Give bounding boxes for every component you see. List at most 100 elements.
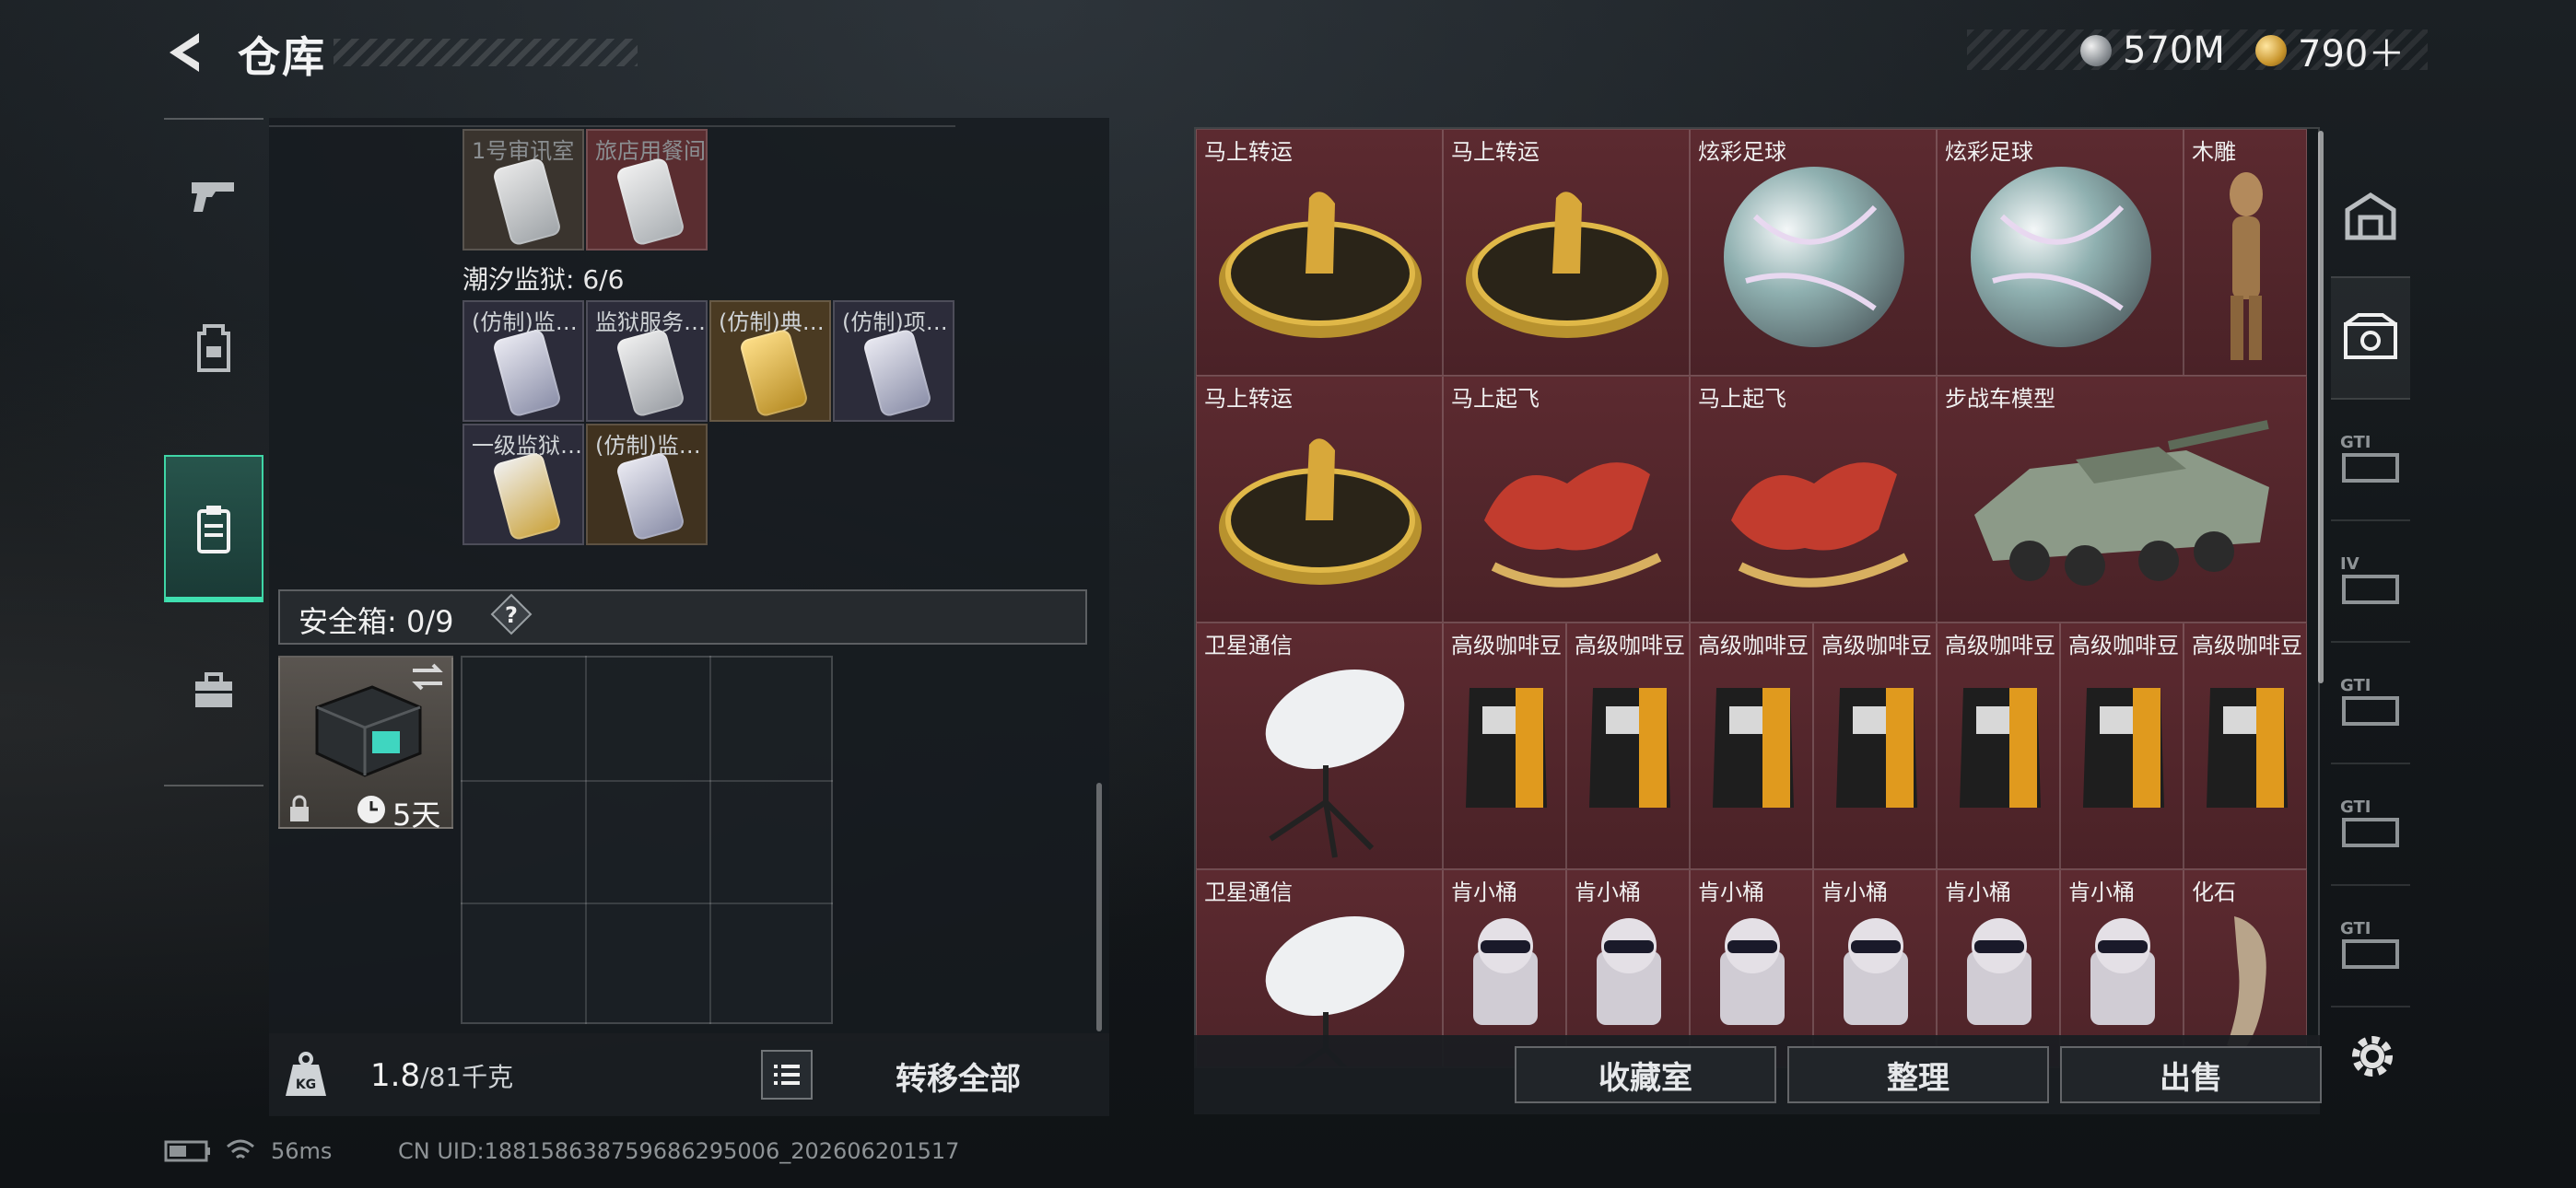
stash-item[interactable]: 马上转运: [1196, 129, 1443, 376]
keycard-icon: [615, 157, 686, 247]
item-name: 高级咖啡豆: [1945, 633, 2055, 658]
bucket-mascot-icon: [1720, 918, 1785, 1025]
item-name: 马上转运: [1204, 139, 1293, 165]
fortune-disc-icon: [1219, 192, 1422, 338]
item-name: 马上转运: [1204, 386, 1293, 412]
settings-gear-icon[interactable]: [2344, 1028, 2401, 1085]
stash-item[interactable]: 步战车模型: [1937, 376, 2307, 623]
item-slot[interactable]: 监狱服务…: [586, 300, 708, 422]
item-slot[interactable]: (仿制)典…: [709, 300, 831, 422]
item-name: 化石: [2192, 879, 2236, 905]
keycard-icon: [615, 328, 686, 418]
list-view-button[interactable]: [761, 1050, 813, 1100]
weight-icon: KG: [282, 1050, 330, 1100]
category-tab-containers[interactable]: [164, 455, 263, 602]
item-slot[interactable]: 旅店用餐间: [586, 129, 708, 250]
stash-tab-collectibles[interactable]: [2331, 276, 2410, 400]
category-tab-weapons[interactable]: [164, 122, 263, 269]
clock-icon: [357, 796, 385, 823]
stash-scrollbar[interactable]: [2318, 131, 2324, 683]
item-name: 卫星通信: [1204, 633, 1293, 658]
keycard-icon: [861, 328, 933, 418]
wifi-icon: [225, 1136, 256, 1168]
item-name: 木雕: [2192, 139, 2236, 165]
prison-section-title: 潮汐监狱: 6/6: [463, 264, 625, 295]
stash-item[interactable]: 高级咖啡豆: [1566, 623, 1690, 869]
stash-item[interactable]: 高级咖啡豆: [1690, 623, 1813, 869]
gold-currency[interactable]: 790＋: [2255, 28, 2405, 76]
stash-tab-all[interactable]: [2331, 155, 2410, 278]
weight-readout: 1.8/81千克: [370, 1057, 513, 1094]
stash-item[interactable]: 马上转运: [1443, 129, 1690, 376]
stash-item[interactable]: 马上转运: [1196, 376, 1443, 623]
item-name: 肯小桶: [1451, 879, 1517, 905]
item-slot[interactable]: 1号审讯室: [463, 129, 584, 250]
container-icon: [2342, 939, 2399, 969]
stash-item[interactable]: 高级咖啡豆: [2060, 623, 2184, 869]
tab-tag: GTI: [2340, 798, 2371, 817]
stash-tab-4[interactable]: GTI: [2331, 763, 2410, 886]
item-name: 肯小桶: [1945, 879, 2011, 905]
bucket-mascot-icon: [2090, 918, 2155, 1025]
coffee-bag-icon: [1589, 688, 1670, 808]
stash-tab-2[interactable]: IV: [2331, 519, 2410, 643]
transfer-all-button[interactable]: 转移全部: [829, 1037, 1087, 1114]
fortune-disc-icon: [1219, 438, 1422, 585]
toolbox-icon: [195, 672, 232, 707]
stash-item[interactable]: 卫星通信: [1196, 623, 1443, 869]
weight-value: 1.8: [370, 1057, 421, 1094]
stash-item[interactable]: 高级咖啡豆: [1937, 623, 2060, 869]
stash-tab-5[interactable]: GTI: [2331, 884, 2410, 1007]
tab-tag: IV: [2340, 554, 2359, 574]
item-name: 马上转运: [1451, 139, 1540, 165]
keycard-icon: [491, 451, 563, 542]
ifv-model-icon: [1974, 420, 2269, 586]
item-slot[interactable]: (仿制)监…: [463, 300, 584, 422]
back-button[interactable]: [162, 28, 212, 77]
item-name: 马上起飞: [1698, 386, 1786, 412]
category-tab-medical[interactable]: [164, 617, 263, 764]
item-slot[interactable]: (仿制)监…: [586, 424, 708, 545]
stash-item[interactable]: 马上起飞: [1690, 376, 1937, 623]
sell-button[interactable]: 出售: [2060, 1046, 2322, 1103]
stash-tab-3[interactable]: GTI: [2331, 641, 2410, 764]
swap-icon[interactable]: [409, 661, 446, 693]
item-slot[interactable]: 一级监狱…: [463, 424, 584, 545]
item-name: (仿制)项…: [842, 309, 948, 335]
item-name: 1号审讯室: [472, 138, 575, 164]
lock-icon: [290, 795, 309, 821]
stash-item[interactable]: 高级咖啡豆: [1443, 623, 1566, 869]
safe-box-icon: [315, 685, 422, 777]
coffee-bag-icon: [2207, 688, 2288, 808]
item-name: 高级咖啡豆: [1575, 633, 1685, 658]
stash-item[interactable]: 炫彩足球: [1937, 129, 2184, 376]
item-name: 肯小桶: [1698, 879, 1764, 905]
title-decoration: [334, 39, 638, 66]
category-tab-equipment[interactable]: [164, 274, 263, 422]
item-name: 步战车模型: [1945, 386, 2055, 412]
pistol-icon: [192, 182, 234, 212]
organize-button[interactable]: 整理: [1787, 1046, 2049, 1103]
tab-tag: GTI: [2340, 433, 2371, 452]
help-icon[interactable]: ?: [490, 593, 533, 635]
silver-coin-icon: [2080, 35, 2112, 66]
stash-item[interactable]: 炫彩足球: [1690, 129, 1937, 376]
stash-tab-1[interactable]: GTI: [2331, 398, 2410, 521]
fortune-disc-icon: [1466, 192, 1669, 338]
football-icon: [1724, 167, 1904, 347]
bucket-mascot-icon: [1473, 918, 1538, 1025]
item-name: 高级咖啡豆: [1698, 633, 1809, 658]
safe-box-grid[interactable]: [461, 656, 833, 1024]
gold-coin-icon: [2255, 35, 2287, 66]
item-slot[interactable]: (仿制)项…: [833, 300, 954, 422]
item-name: 马上起飞: [1451, 386, 1540, 412]
stash-item[interactable]: 马上起飞: [1443, 376, 1690, 623]
satellite-dish-icon: [1265, 669, 1405, 858]
stash-item[interactable]: 高级咖啡豆: [2184, 623, 2307, 869]
container-icon: [2342, 818, 2399, 847]
safe-box-container[interactable]: 5天: [278, 656, 453, 833]
inventory-scrollbar[interactable]: [1096, 783, 1102, 1031]
stash-item[interactable]: 木雕: [2184, 129, 2307, 376]
stash-item[interactable]: 高级咖啡豆: [1813, 623, 1937, 869]
collection-room-button[interactable]: 收藏室: [1515, 1046, 1776, 1103]
